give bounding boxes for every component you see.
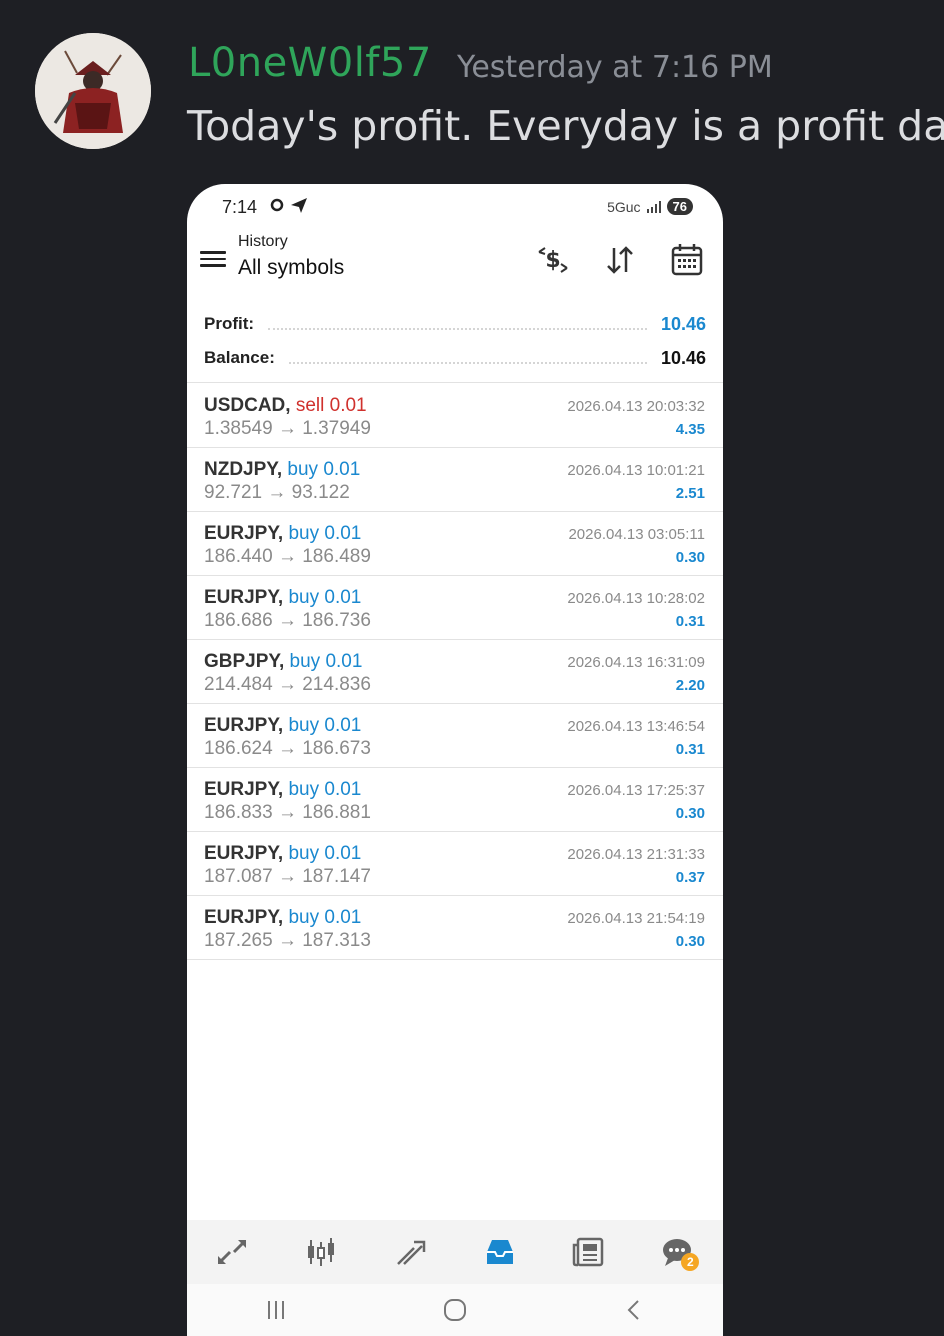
deal-prices: 187.265 → 187.313: [204, 930, 371, 951]
chart-icon[interactable]: [296, 1227, 346, 1277]
deal-profit: 0.37: [675, 869, 705, 886]
deals-list: USDCAD, sell 0.01 1.38549 → 1.37949 2026…: [187, 384, 723, 960]
news-icon[interactable]: [564, 1227, 614, 1277]
battery-indicator: 76: [666, 198, 693, 215]
deal-prices: 214.484 → 214.836: [204, 674, 371, 695]
deal-side: buy 0.01: [288, 715, 362, 736]
deal-prices: 186.440 → 186.489: [204, 546, 371, 567]
deal-profit: 2.20: [675, 677, 705, 694]
status-notification-icons: [269, 195, 313, 220]
deal-profit: 4.35: [675, 421, 705, 438]
deal-prices: 186.833 → 186.881: [204, 802, 371, 823]
toolbar-title[interactable]: All symbols: [238, 256, 344, 280]
deal-prices: 1.38549 → 1.37949: [204, 418, 371, 439]
deal-prices: 186.624 → 186.673: [204, 738, 371, 759]
deal-time: 2026.04.13 03:05:11: [568, 526, 705, 543]
network-label: 5Guc: [607, 198, 641, 215]
profit-value: 10.46: [660, 313, 706, 334]
deal-side: buy 0.01: [289, 651, 363, 672]
balance-row: Balance: 10.46: [204, 346, 706, 370]
home-icon[interactable]: [425, 1290, 485, 1330]
deal-prices: 186.686 → 186.736: [204, 610, 371, 631]
svg-text:$: $: [545, 248, 560, 273]
status-bar: 7:14 5Guc 76: [187, 184, 723, 230]
deal-time: 2026.04.13 13:46:54: [567, 718, 705, 735]
deal-row[interactable]: EURJPY, buy 0.01 187.265 → 187.313 2026.…: [187, 896, 723, 960]
bottom-navigation: 2: [187, 1220, 723, 1284]
deal-side: buy 0.01: [288, 523, 362, 544]
signal-icon: [646, 200, 661, 213]
deal-row[interactable]: NZDJPY, buy 0.01 92.721 → 93.122 2026.04…: [187, 448, 723, 512]
user-avatar[interactable]: [35, 33, 151, 149]
deal-time: 2026.04.13 21:31:33: [567, 846, 705, 863]
deal-symbol: GBPJPY,: [204, 651, 285, 672]
app-toolbar: History All symbols $: [187, 230, 723, 290]
deal-profit: 2.51: [675, 485, 705, 502]
balance-value: 10.46: [660, 347, 706, 368]
deal-row[interactable]: EURJPY, buy 0.01 186.833 → 186.881 2026.…: [187, 768, 723, 832]
phone-screenshot: 7:14 5Guc 76 History All symbols $ Profi…: [187, 184, 723, 1336]
post-timestamp: Yesterday at 7:16 PM: [457, 50, 773, 85]
chat-badge: 2: [681, 1253, 700, 1271]
deal-profit: 0.31: [675, 613, 705, 630]
deal-profit: 0.30: [675, 805, 705, 822]
deal-time: 2026.04.13 10:01:21: [567, 462, 705, 479]
status-right: 5Guc 76: [607, 198, 693, 215]
hamburger-menu-icon[interactable]: [200, 247, 226, 273]
deal-symbol: EURJPY,: [204, 843, 284, 864]
deal-symbol: NZDJPY,: [204, 459, 283, 480]
quotes-icon[interactable]: [207, 1227, 257, 1277]
username[interactable]: L0neW0lf57: [188, 40, 432, 86]
calendar-icon[interactable]: [667, 240, 707, 280]
deal-time: 2026.04.13 20:03:32: [567, 398, 705, 415]
deal-profit: 0.30: [675, 933, 705, 950]
deal-side: buy 0.01: [287, 459, 361, 480]
deal-prices: 187.087 → 187.147: [204, 866, 371, 887]
deal-side: buy 0.01: [288, 843, 362, 864]
deal-symbol: EURJPY,: [204, 523, 284, 544]
sort-icon[interactable]: [600, 240, 640, 280]
deal-side: buy 0.01: [288, 779, 362, 800]
account-summary: Profit: 10.46 Balance: 10.46: [187, 300, 723, 383]
deal-row[interactable]: USDCAD, sell 0.01 1.38549 → 1.37949 2026…: [187, 384, 723, 448]
deal-side: buy 0.01: [288, 907, 362, 928]
deal-symbol: USDCAD,: [204, 395, 291, 416]
deal-symbol: EURJPY,: [204, 715, 284, 736]
deal-symbol: EURJPY,: [204, 779, 284, 800]
balance-label: Balance:: [204, 348, 275, 367]
deal-profit: 0.31: [675, 741, 705, 758]
history-icon[interactable]: [475, 1227, 525, 1277]
status-time: 7:14: [222, 197, 258, 217]
deal-time: 2026.04.13 17:25:37: [567, 782, 705, 799]
deal-row[interactable]: EURJPY, buy 0.01 187.087 → 187.147 2026.…: [187, 832, 723, 896]
deposit-filter-icon[interactable]: $: [533, 240, 573, 280]
deal-row[interactable]: EURJPY, buy 0.01 186.440 → 186.489 2026.…: [187, 512, 723, 576]
back-icon[interactable]: [604, 1290, 664, 1330]
deal-side: buy 0.01: [288, 587, 362, 608]
message-text: Today's profit. Everyday is a profit day…: [187, 102, 944, 150]
deal-row[interactable]: EURJPY, buy 0.01 186.624 → 186.673 2026.…: [187, 704, 723, 768]
deal-time: 2026.04.13 21:54:19: [567, 910, 705, 927]
profit-row: Profit: 10.46: [204, 312, 706, 336]
trade-icon[interactable]: [385, 1227, 435, 1277]
deal-symbol: EURJPY,: [204, 907, 284, 928]
deal-side: sell 0.01: [295, 395, 367, 416]
toolbar-subtitle: History: [238, 233, 288, 250]
deal-row[interactable]: GBPJPY, buy 0.01 214.484 → 214.836 2026.…: [187, 640, 723, 704]
deal-time: 2026.04.13 10:28:02: [567, 590, 705, 607]
deal-row[interactable]: EURJPY, buy 0.01 186.686 → 186.736 2026.…: [187, 576, 723, 640]
deal-profit: 0.30: [675, 549, 705, 566]
deal-time: 2026.04.13 16:31:09: [567, 654, 705, 671]
deal-prices: 92.721 → 93.122: [204, 482, 350, 503]
chat-icon[interactable]: 2: [653, 1227, 703, 1277]
recent-apps-icon[interactable]: [246, 1290, 306, 1330]
profit-label: Profit:: [204, 314, 255, 333]
deal-symbol: EURJPY,: [204, 587, 284, 608]
system-navigation-bar: [187, 1284, 723, 1336]
